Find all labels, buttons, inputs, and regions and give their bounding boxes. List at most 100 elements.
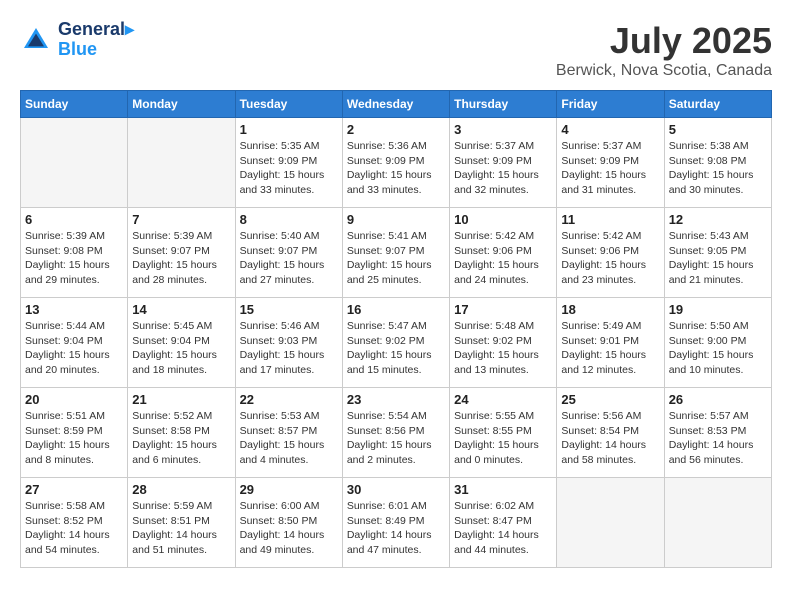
- day-info: Sunrise: 5:54 AM Sunset: 8:56 PM Dayligh…: [347, 409, 445, 468]
- calendar-cell: 3 Sunrise: 5:37 AM Sunset: 9:09 PM Daylig…: [450, 118, 557, 208]
- calendar-cell: 26 Sunrise: 5:57 AM Sunset: 8:53 PM Dayli…: [664, 388, 771, 478]
- logo: General▸ Blue: [20, 20, 134, 60]
- calendar-cell: 16 Sunrise: 5:47 AM Sunset: 9:02 PM Dayli…: [342, 298, 449, 388]
- day-number: 21: [132, 392, 230, 407]
- week-row-3: 13Sunrise: 5:44 AM Sunset: 9:04 PM Dayli…: [21, 298, 772, 388]
- day-number: 1: [240, 122, 338, 137]
- day-number: 27: [25, 482, 123, 497]
- calendar-cell: 2 Sunrise: 5:36 AM Sunset: 9:09 PM Daylig…: [342, 118, 449, 208]
- day-info: Sunrise: 5:53 AM Sunset: 8:57 PM Dayligh…: [240, 409, 338, 468]
- day-info: Sunrise: 5:47 AM Sunset: 9:02 PM Dayligh…: [347, 319, 445, 378]
- calendar-cell: 23 Sunrise: 5:54 AM Sunset: 8:56 PM Dayli…: [342, 388, 449, 478]
- day-number: 9: [347, 212, 445, 227]
- day-info: Sunrise: 6:00 AM Sunset: 8:50 PM Dayligh…: [240, 499, 338, 558]
- day-number: 15: [240, 302, 338, 317]
- calendar-cell: 30 Sunrise: 6:01 AM Sunset: 8:49 PM Dayli…: [342, 478, 449, 568]
- day-number: 30: [347, 482, 445, 497]
- day-number: 12: [669, 212, 767, 227]
- day-info: Sunrise: 5:58 AM Sunset: 8:52 PM Dayligh…: [25, 499, 123, 558]
- day-number: 2: [347, 122, 445, 137]
- day-info: Sunrise: 5:50 AM Sunset: 9:00 PM Dayligh…: [669, 319, 767, 378]
- calendar-cell: 19 Sunrise: 5:50 AM Sunset: 9:00 PM Dayli…: [664, 298, 771, 388]
- day-number: 28: [132, 482, 230, 497]
- week-row-2: 6 Sunrise: 5:39 AM Sunset: 9:08 PM Daylig…: [21, 208, 772, 298]
- calendar-cell: [128, 118, 235, 208]
- day-info: Sunrise: 5:55 AM Sunset: 8:55 PM Dayligh…: [454, 409, 552, 468]
- day-info: Sunrise: 5:38 AM Sunset: 9:08 PM Dayligh…: [669, 139, 767, 198]
- day-info: Sunrise: 5:56 AM Sunset: 8:54 PM Dayligh…: [561, 409, 659, 468]
- day-info: Sunrise: 5:52 AM Sunset: 8:58 PM Dayligh…: [132, 409, 230, 468]
- day-number: 14: [132, 302, 230, 317]
- col-header-thursday: Thursday: [450, 91, 557, 118]
- week-row-4: 20Sunrise: 5:51 AM Sunset: 8:59 PM Dayli…: [21, 388, 772, 478]
- logo-icon: [20, 24, 52, 56]
- calendar-cell: 4Sunrise: 5:37 AM Sunset: 9:09 PM Daylig…: [557, 118, 664, 208]
- day-info: Sunrise: 5:39 AM Sunset: 9:08 PM Dayligh…: [25, 229, 123, 288]
- calendar-cell: 20Sunrise: 5:51 AM Sunset: 8:59 PM Dayli…: [21, 388, 128, 478]
- day-number: 11: [561, 212, 659, 227]
- calendar-cell: 7 Sunrise: 5:39 AM Sunset: 9:07 PM Daylig…: [128, 208, 235, 298]
- day-number: 10: [454, 212, 552, 227]
- day-info: Sunrise: 5:36 AM Sunset: 9:09 PM Dayligh…: [347, 139, 445, 198]
- calendar-cell: 27 Sunrise: 5:58 AM Sunset: 8:52 PM Dayli…: [21, 478, 128, 568]
- day-info: Sunrise: 5:39 AM Sunset: 9:07 PM Dayligh…: [132, 229, 230, 288]
- week-row-5: 27 Sunrise: 5:58 AM Sunset: 8:52 PM Dayli…: [21, 478, 772, 568]
- day-number: 23: [347, 392, 445, 407]
- calendar-cell: 22 Sunrise: 5:53 AM Sunset: 8:57 PM Dayli…: [235, 388, 342, 478]
- day-info: Sunrise: 5:57 AM Sunset: 8:53 PM Dayligh…: [669, 409, 767, 468]
- day-info: Sunrise: 6:02 AM Sunset: 8:47 PM Dayligh…: [454, 499, 552, 558]
- day-info: Sunrise: 6:01 AM Sunset: 8:49 PM Dayligh…: [347, 499, 445, 558]
- day-info: Sunrise: 5:46 AM Sunset: 9:03 PM Dayligh…: [240, 319, 338, 378]
- day-number: 22: [240, 392, 338, 407]
- calendar-table: SundayMondayTuesdayWednesdayThursdayFrid…: [20, 90, 772, 568]
- day-info: Sunrise: 5:37 AM Sunset: 9:09 PM Dayligh…: [454, 139, 552, 198]
- calendar-cell: 6 Sunrise: 5:39 AM Sunset: 9:08 PM Daylig…: [21, 208, 128, 298]
- day-info: Sunrise: 5:49 AM Sunset: 9:01 PM Dayligh…: [561, 319, 659, 378]
- day-info: Sunrise: 5:42 AM Sunset: 9:06 PM Dayligh…: [454, 229, 552, 288]
- calendar-cell: [664, 478, 771, 568]
- day-number: 7: [132, 212, 230, 227]
- calendar-cell: 25 Sunrise: 5:56 AM Sunset: 8:54 PM Dayli…: [557, 388, 664, 478]
- calendar-cell: 5 Sunrise: 5:38 AM Sunset: 9:08 PM Daylig…: [664, 118, 771, 208]
- day-info: Sunrise: 5:43 AM Sunset: 9:05 PM Dayligh…: [669, 229, 767, 288]
- day-number: 19: [669, 302, 767, 317]
- day-number: 31: [454, 482, 552, 497]
- calendar-cell: 9 Sunrise: 5:41 AM Sunset: 9:07 PM Daylig…: [342, 208, 449, 298]
- calendar-cell: 31 Sunrise: 6:02 AM Sunset: 8:47 PM Dayli…: [450, 478, 557, 568]
- logo-text: General▸ Blue: [58, 20, 134, 60]
- col-header-sunday: Sunday: [21, 91, 128, 118]
- calendar-cell: 14 Sunrise: 5:45 AM Sunset: 9:04 PM Dayli…: [128, 298, 235, 388]
- day-number: 3: [454, 122, 552, 137]
- day-number: 17: [454, 302, 552, 317]
- day-info: Sunrise: 5:44 AM Sunset: 9:04 PM Dayligh…: [25, 319, 123, 378]
- calendar-cell: 24Sunrise: 5:55 AM Sunset: 8:55 PM Dayli…: [450, 388, 557, 478]
- calendar-cell: [557, 478, 664, 568]
- day-number: 25: [561, 392, 659, 407]
- month-title: July 2025: [556, 20, 772, 62]
- calendar-cell: 29Sunrise: 6:00 AM Sunset: 8:50 PM Dayli…: [235, 478, 342, 568]
- day-info: Sunrise: 5:35 AM Sunset: 9:09 PM Dayligh…: [240, 139, 338, 198]
- day-number: 5: [669, 122, 767, 137]
- col-header-monday: Monday: [128, 91, 235, 118]
- col-header-saturday: Saturday: [664, 91, 771, 118]
- location: Berwick, Nova Scotia, Canada: [556, 62, 772, 80]
- calendar-cell: [21, 118, 128, 208]
- calendar-header-row: SundayMondayTuesdayWednesdayThursdayFrid…: [21, 91, 772, 118]
- day-number: 6: [25, 212, 123, 227]
- day-info: Sunrise: 5:59 AM Sunset: 8:51 PM Dayligh…: [132, 499, 230, 558]
- page-header: General▸ Blue July 2025 Berwick, Nova Sc…: [20, 20, 772, 80]
- calendar-cell: 21 Sunrise: 5:52 AM Sunset: 8:58 PM Dayli…: [128, 388, 235, 478]
- day-info: Sunrise: 5:41 AM Sunset: 9:07 PM Dayligh…: [347, 229, 445, 288]
- day-number: 16: [347, 302, 445, 317]
- day-info: Sunrise: 5:48 AM Sunset: 9:02 PM Dayligh…: [454, 319, 552, 378]
- col-header-tuesday: Tuesday: [235, 91, 342, 118]
- calendar-cell: 18Sunrise: 5:49 AM Sunset: 9:01 PM Dayli…: [557, 298, 664, 388]
- day-info: Sunrise: 5:45 AM Sunset: 9:04 PM Dayligh…: [132, 319, 230, 378]
- day-number: 8: [240, 212, 338, 227]
- calendar-cell: 15 Sunrise: 5:46 AM Sunset: 9:03 PM Dayli…: [235, 298, 342, 388]
- day-number: 20: [25, 392, 123, 407]
- calendar-cell: 28 Sunrise: 5:59 AM Sunset: 8:51 PM Dayli…: [128, 478, 235, 568]
- day-info: Sunrise: 5:42 AM Sunset: 9:06 PM Dayligh…: [561, 229, 659, 288]
- day-number: 26: [669, 392, 767, 407]
- day-number: 4: [561, 122, 659, 137]
